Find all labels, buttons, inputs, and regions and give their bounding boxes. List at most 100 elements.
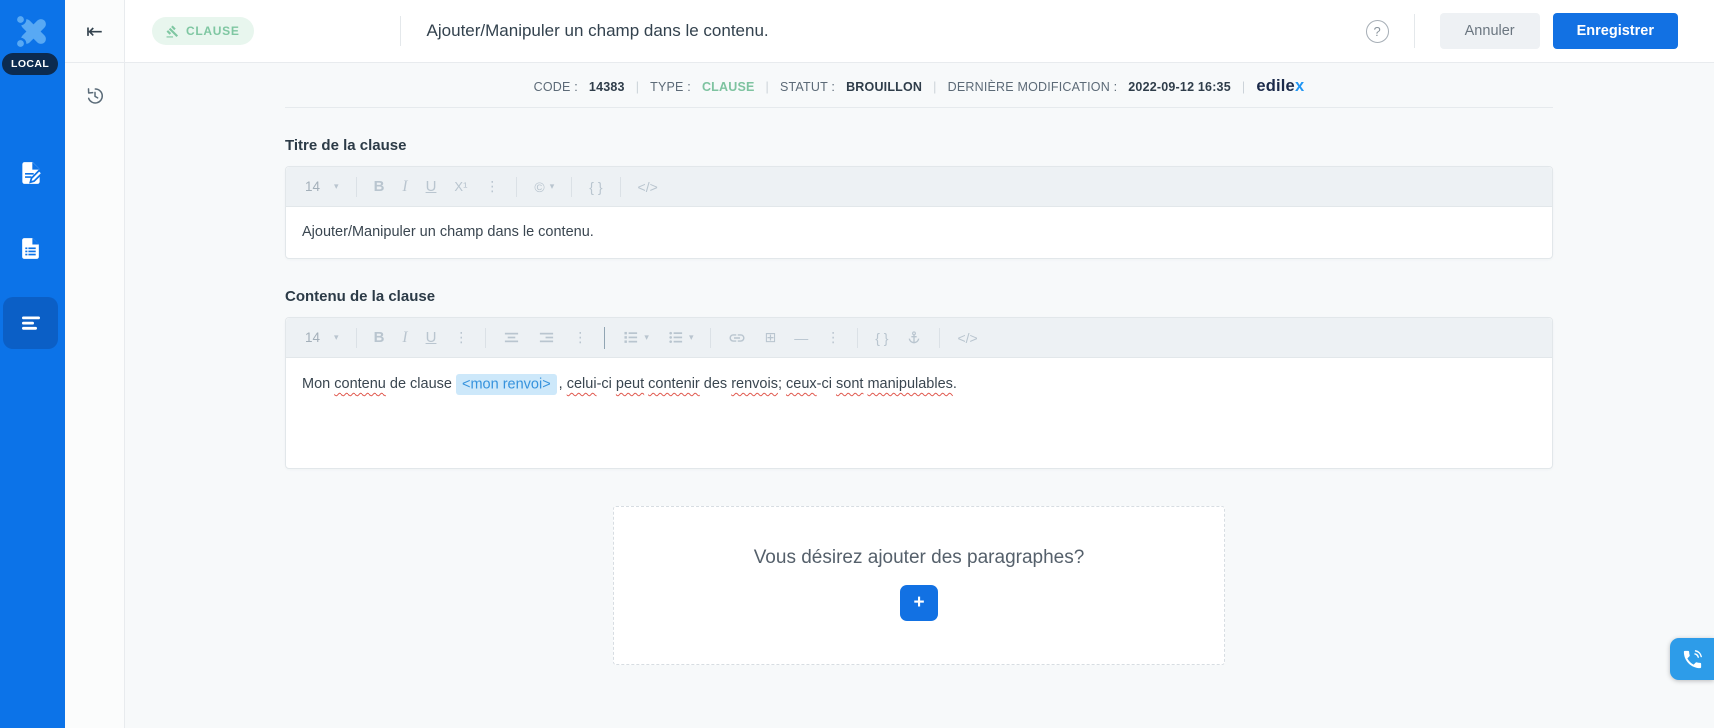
edit-document-icon — [21, 161, 43, 184]
add-paragraphs-box: Vous désirez ajouter des paragraphes? + — [613, 506, 1225, 666]
font-size-dropdown[interactable]: 14 ▾ — [296, 330, 348, 345]
text: . — [952, 376, 957, 393]
insert-table-button[interactable]: ⊞ — [755, 329, 785, 346]
type-label: TYPE : — [650, 79, 691, 94]
collapse-panel-button[interactable]: ⇤ — [65, 0, 124, 63]
chevron-down-icon: ▾ — [688, 332, 694, 343]
toolbar-divider — [619, 176, 621, 197]
save-button[interactable]: Enregistrer — [1552, 13, 1678, 49]
align-center-button[interactable] — [494, 329, 529, 346]
misspelled-word: peut — [615, 376, 645, 393]
clause-metadata: CODE : 14383 | TYPE : CLAUSE | STATUT : … — [285, 63, 1553, 108]
type-value: CLAUSE — [701, 79, 755, 94]
toolbar-divider — [939, 327, 941, 348]
more-formatting-button[interactable]: ⋮ — [445, 329, 477, 346]
sidebar-item-redaction[interactable] — [3, 147, 58, 199]
phone-icon — [1683, 649, 1702, 668]
bold-button[interactable]: B — [365, 329, 394, 346]
insert-link-button[interactable] — [719, 329, 755, 347]
title-toolbar: 14 ▾ B I U X¹ ⋮ © ▾ {} </> — [286, 167, 1552, 207]
text: ; — [777, 376, 787, 393]
source-code-button[interactable]: </> — [629, 179, 667, 195]
special-character-dropdown[interactable]: © ▾ — [525, 179, 563, 195]
question-mark-icon: ? — [1373, 23, 1381, 39]
copyright-icon: © — [534, 178, 545, 195]
toolbar-divider — [355, 176, 357, 197]
top-bar: CLAUSE Ajouter/Manipuler un champ dans l… — [125, 0, 1714, 63]
edilex-logo-text: edile — [1256, 77, 1295, 95]
toolbar-divider — [857, 327, 859, 348]
header-divider — [399, 16, 401, 46]
font-size-dropdown[interactable]: 14 ▾ — [296, 179, 348, 194]
insert-field-button[interactable]: { } — [866, 330, 897, 346]
history-button[interactable] — [65, 86, 124, 106]
link-icon — [729, 333, 745, 342]
horizontal-rule-button[interactable]: — — [785, 330, 817, 346]
text: des — [699, 376, 732, 393]
metadata-separator: | — [635, 79, 640, 94]
title-editor-box: 14 ▾ B I U X¹ ⋮ © ▾ {} </> Ajouter/Mani… — [285, 166, 1553, 260]
sidebar-nav — [0, 147, 65, 349]
align-right-icon — [540, 332, 554, 343]
app-logo[interactable] — [0, 0, 65, 55]
history-icon — [87, 88, 103, 104]
text: Mon — [302, 376, 335, 393]
app-sidebar: LOCAL — [0, 0, 65, 728]
title-text: Ajouter/Manipuler un champ dans le conte… — [302, 224, 594, 240]
content-input[interactable]: Mon contenu de clause <mon renvoi>, celu… — [286, 358, 1552, 468]
bullet-list-dropdown[interactable]: ▾ — [658, 329, 703, 346]
misspelled-word: manipulables — [867, 376, 953, 393]
misspelled-word: sont — [836, 376, 864, 393]
app-window: LOCAL ⇤ CLAUSE Ajouter/Manipuler un cham… — [0, 0, 1714, 728]
more-alignment-button[interactable]: ⋮ — [564, 329, 596, 346]
content-editor-box: 14 ▾ B I U ⋮ ⋮ ▾ ▾ ⊞ — ⋮ {} </> Mon con… — [285, 317, 1553, 470]
underline-button[interactable]: U — [417, 329, 446, 346]
content-toolbar: 14 ▾ B I U ⋮ ⋮ ▾ ▾ ⊞ — ⋮ {} </> — [286, 318, 1552, 359]
anchor-button[interactable] — [897, 330, 931, 346]
misspelled-word: contenir — [648, 376, 700, 393]
clause-editor: CODE : 14383 | TYPE : CLAUSE | STATUT : … — [285, 63, 1553, 666]
misspelled-word: contenu — [334, 376, 386, 393]
anchor-icon — [909, 330, 920, 343]
code-label: CODE : — [533, 79, 578, 94]
align-right-button[interactable] — [529, 329, 564, 346]
more-formatting-button[interactable]: ⋮ — [476, 178, 508, 195]
sidebar-item-documents[interactable] — [3, 222, 58, 274]
phone-support-tab[interactable] — [1670, 638, 1714, 680]
more-insert-button[interactable]: ⋮ — [817, 329, 849, 346]
status-badge: BROUILLON — [846, 79, 923, 94]
align-center-icon — [505, 332, 519, 343]
edilex-logo: edilex — [1256, 77, 1304, 96]
content-section-label: Contenu de la clause — [285, 288, 436, 306]
toolbar-divider — [516, 176, 518, 197]
toolbar-divider — [355, 327, 357, 348]
add-paragraph-button[interactable]: + — [900, 585, 938, 622]
document-icon — [22, 237, 40, 259]
clause-badge-label: CLAUSE — [186, 24, 240, 38]
page-title: Ajouter/Manipuler un champ dans le conte… — [426, 21, 769, 40]
italic-button[interactable]: I — [393, 178, 416, 196]
chevron-down-icon: ▾ — [334, 332, 339, 343]
insert-field-button[interactable]: { } — [580, 179, 611, 195]
local-env-badge: LOCAL — [2, 53, 59, 75]
code-value: 14383 — [588, 79, 625, 94]
renvoi-chip[interactable]: <mon renvoi> — [456, 373, 557, 395]
chevron-down-icon: ▾ — [644, 332, 649, 343]
metadata-separator: | — [1241, 79, 1246, 94]
ordered-list-dropdown[interactable]: ▾ — [613, 329, 658, 346]
sidebar-item-clauses[interactable] — [3, 297, 58, 349]
bold-button[interactable]: B — [365, 178, 394, 195]
status-label: STATUT : — [779, 79, 836, 94]
italic-button[interactable]: I — [393, 329, 416, 347]
source-code-button[interactable]: </> — [948, 330, 986, 346]
title-input[interactable]: Ajouter/Manipuler un champ dans le conte… — [286, 207, 1552, 258]
cancel-button[interactable]: Annuler — [1439, 13, 1540, 49]
help-button[interactable]: ? — [1365, 19, 1389, 43]
collapse-left-icon: ⇤ — [86, 20, 103, 43]
edilex-x-logo-icon — [14, 13, 46, 50]
misspelled-word: ceux — [786, 376, 817, 393]
underline-button[interactable]: U — [417, 178, 446, 195]
main-panel: CLAUSE Ajouter/Manipuler un champ dans l… — [125, 0, 1714, 728]
superscript-button[interactable]: X¹ — [445, 179, 476, 194]
content-area: CODE : 14383 | TYPE : CLAUSE | STATUT : … — [125, 63, 1714, 728]
